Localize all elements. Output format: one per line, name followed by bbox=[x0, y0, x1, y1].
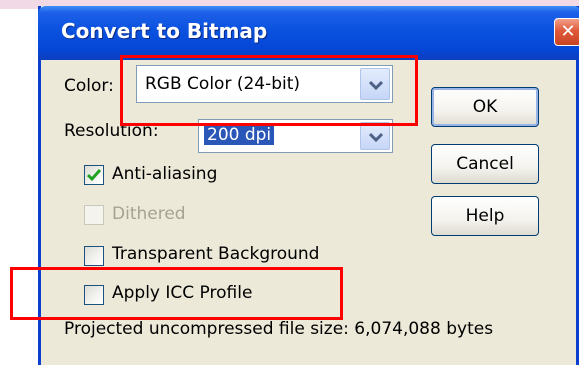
checkmark-icon bbox=[87, 169, 101, 182]
resolution-dropdown-value: 200 dpi bbox=[204, 125, 275, 145]
transparent-background-label: Transparent Background bbox=[112, 244, 320, 264]
anti-aliasing-checkbox[interactable] bbox=[84, 165, 104, 185]
dithered-label: Dithered bbox=[112, 204, 186, 224]
highlight-icc-box bbox=[10, 267, 343, 320]
close-button[interactable]: ✕ bbox=[554, 18, 579, 46]
help-button[interactable]: Help bbox=[431, 196, 539, 236]
anti-aliasing-label: Anti-aliasing bbox=[112, 164, 218, 184]
color-label: Color: bbox=[64, 76, 114, 96]
dialog-title: Convert to Bitmap bbox=[61, 19, 268, 43]
resolution-dropdown-arrow[interactable] bbox=[360, 122, 390, 150]
title-bar[interactable]: Convert to Bitmap ✕ bbox=[38, 6, 579, 60]
highlight-color-box bbox=[120, 55, 418, 126]
file-size-info: Projected uncompressed file size: 6,074,… bbox=[64, 319, 494, 339]
cancel-button[interactable]: Cancel bbox=[431, 144, 539, 184]
close-icon: ✕ bbox=[560, 21, 576, 42]
ok-button[interactable]: OK bbox=[431, 87, 539, 127]
dithered-checkbox bbox=[84, 205, 104, 225]
transparent-background-checkbox[interactable] bbox=[84, 246, 104, 266]
chevron-down-icon bbox=[369, 132, 383, 142]
